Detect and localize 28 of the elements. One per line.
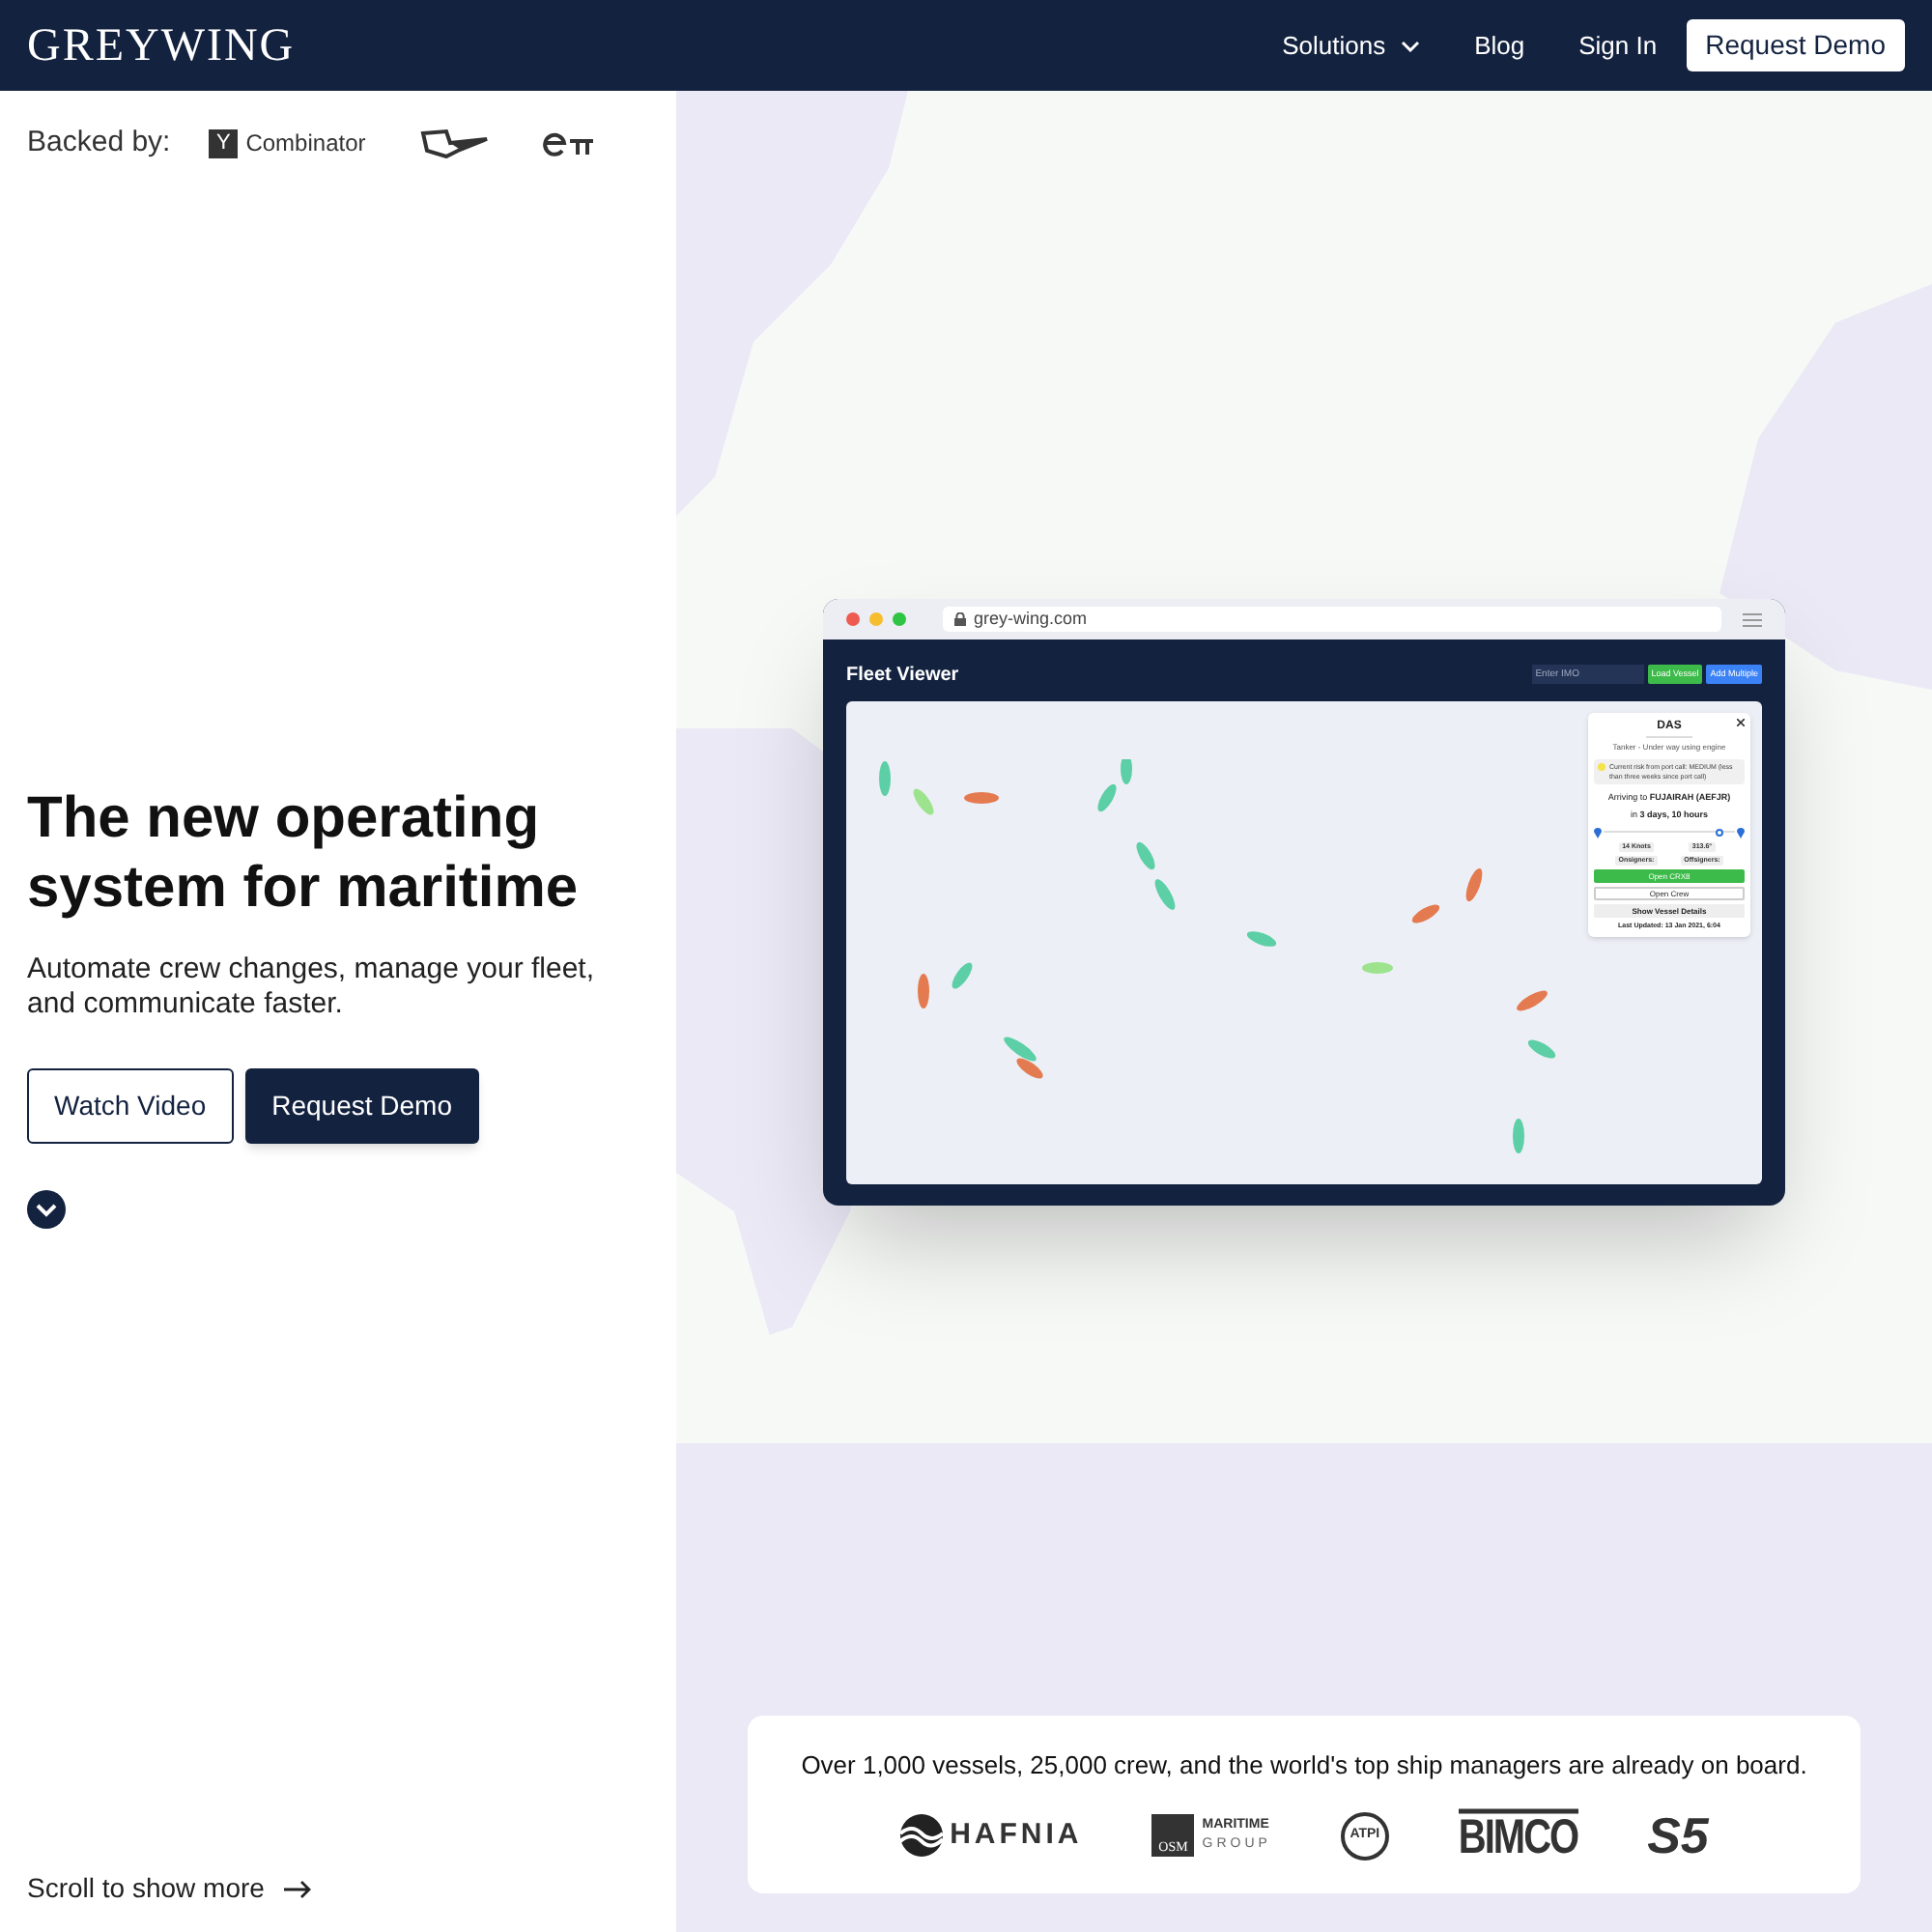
wing-logo-icon xyxy=(419,128,490,158)
partners-text: Over 1,000 vessels, 25,000 crew, and the world's top ship managers are already on board. xyxy=(801,1748,1807,1783)
nav-link[interactable]: Blog xyxy=(1474,26,1525,65)
solutions-menu[interactable]: Solutions xyxy=(1282,26,1421,65)
watch-video-button[interactable]: Watch Video xyxy=(27,1068,234,1144)
scroll-hint: Scroll to show more xyxy=(27,1870,265,1907)
destination-pin-icon xyxy=(1737,826,1745,838)
bimco-logo: BIMCO xyxy=(1458,1808,1578,1862)
backed-by-label: Backed by: xyxy=(27,123,171,162)
request-demo-button[interactable]: Request Demo xyxy=(1686,19,1905,71)
s5-logo: S5 xyxy=(1647,1812,1709,1859)
lock-icon xyxy=(954,612,966,626)
hero-subtitle: Automate crew changes, manage your fleet, and communicate faster. xyxy=(27,952,596,1022)
origin-pin-icon xyxy=(1594,826,1602,838)
logo-text: HAFNIA xyxy=(950,1815,1083,1855)
fleet-viewer-title: Fleet Viewer xyxy=(846,663,959,690)
address-bar[interactable]: grey-wing.com xyxy=(943,607,1721,632)
close-icon[interactable] xyxy=(1737,719,1746,726)
nav-link[interactable]: Sign In xyxy=(1578,26,1658,65)
yc-logo: Y Combinator xyxy=(209,126,366,160)
menu-icon[interactable] xyxy=(1743,611,1762,627)
right-arrow-icon xyxy=(283,1879,313,1898)
hafnia-globe-icon xyxy=(899,1814,943,1857)
e-logo-icon xyxy=(539,129,598,156)
hero-heading: The new operating system for maritime xyxy=(27,784,581,923)
greywing-logo[interactable]: GREYWING xyxy=(27,11,296,80)
scroll-down-icon[interactable] xyxy=(27,1190,66,1229)
request-demo-button[interactable]: Request Demo xyxy=(244,1068,479,1144)
